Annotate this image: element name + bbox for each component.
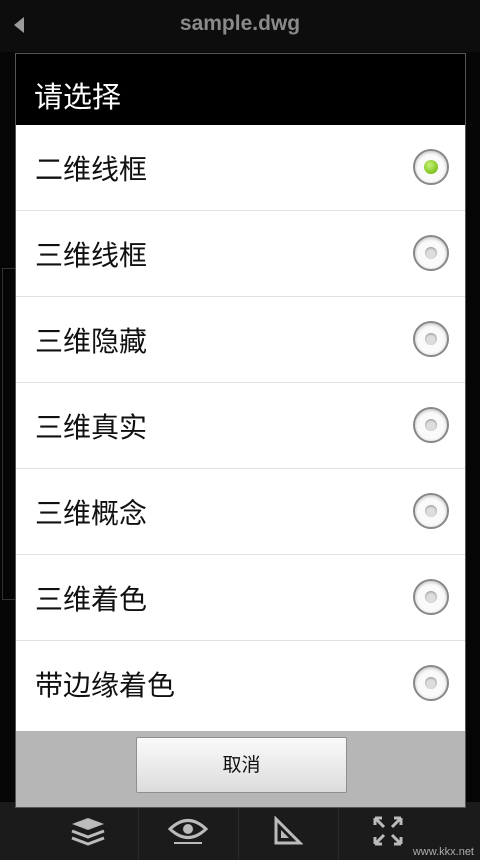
eye-icon (168, 819, 208, 844)
radio-unchecked-icon[interactable] (413, 579, 449, 615)
radio-unchecked-icon[interactable] (413, 493, 449, 529)
option-label: 三维线框 (35, 239, 148, 272)
option-list: 二维线框 三维线框 三维隐藏 三维真实 三维概念 三维着色 带边缘着色 (16, 125, 465, 727)
radio-unchecked-icon[interactable] (413, 235, 449, 271)
radio-unchecked-icon[interactable] (413, 321, 449, 357)
layers-icon (71, 818, 105, 846)
radio-checked-icon[interactable] (413, 149, 449, 185)
option-label: 三维概念 (35, 497, 148, 530)
option-item[interactable]: 二维线框 (16, 125, 465, 211)
watermark: www.kkx.net (412, 846, 474, 858)
option-label: 三维着色 (35, 583, 148, 616)
drawing-line (2, 268, 15, 600)
bottom-toolbar: www.kkx.net (0, 802, 480, 860)
file-title: sample.dwg (179, 12, 301, 35)
cancel-button[interactable]: 取消 (136, 737, 347, 793)
option-item[interactable]: 三维着色 (16, 555, 465, 641)
option-item[interactable]: 带边缘着色 (16, 641, 465, 727)
ruler-icon (274, 816, 303, 845)
option-item[interactable]: 三维概念 (16, 469, 465, 555)
select-dialog: 请选择 二维线框 三维线框 三维隐藏 三维真实 三维概念 三维着色 带边缘着色 (15, 53, 466, 808)
fullscreen-icon (373, 816, 403, 846)
option-label: 带边缘着色 (35, 669, 176, 702)
radio-unchecked-icon[interactable] (413, 407, 449, 443)
radio-unchecked-icon[interactable] (413, 665, 449, 701)
option-item[interactable]: 三维真实 (16, 383, 465, 469)
dialog-title: 请选择 (34, 80, 122, 114)
option-item[interactable]: 三维隐藏 (16, 297, 465, 383)
layers-button[interactable] (38, 802, 139, 860)
option-item[interactable]: 三维线框 (16, 211, 465, 297)
view-button[interactable] (138, 802, 239, 860)
option-label: 三维真实 (35, 411, 148, 444)
option-label: 二维线框 (35, 153, 148, 186)
dialog-footer: 取消 (16, 731, 465, 807)
dialog-header: 请选择 (16, 54, 465, 125)
app-header: sample.dwg (0, 0, 480, 52)
option-label: 三维隐藏 (35, 325, 148, 358)
measure-button[interactable] (238, 802, 339, 860)
